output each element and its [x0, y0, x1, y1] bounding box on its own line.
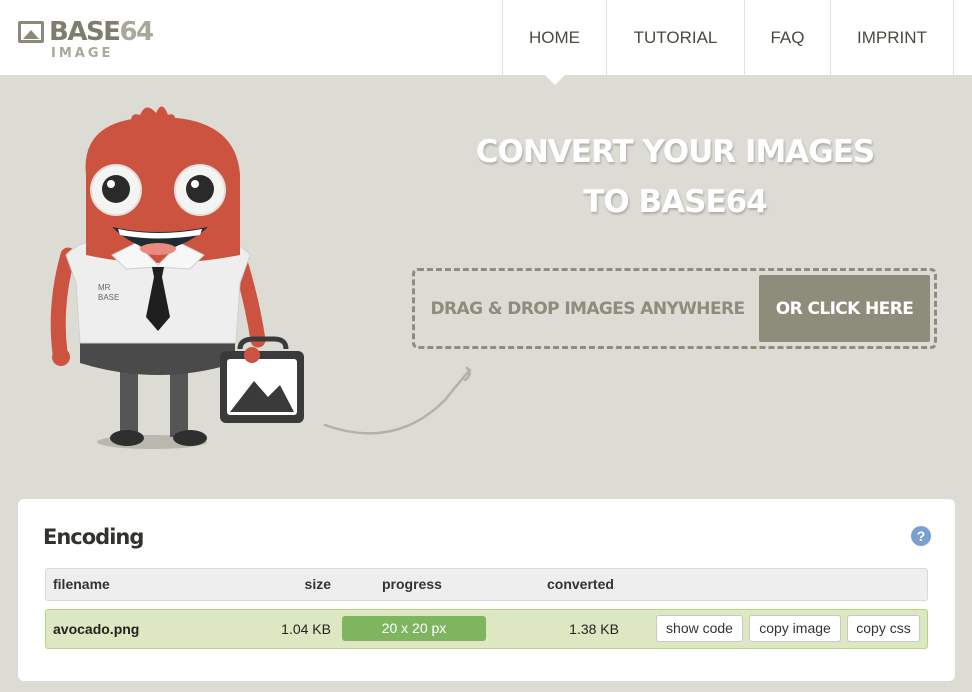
- nav-imprint[interactable]: IMPRINT: [831, 0, 954, 75]
- nav-home[interactable]: HOME: [503, 0, 607, 85]
- logo[interactable]: BASE64 IMAGE: [18, 17, 154, 63]
- table-row: avocado.png 1.04 KB 20 x 20 px 1.38 KB s…: [45, 609, 928, 649]
- upload-button[interactable]: OR CLICK HERE: [759, 275, 930, 342]
- copy-image-button[interactable]: copy image: [749, 615, 841, 642]
- mascot-shirt-text-2: BASE: [98, 293, 119, 302]
- main-nav: HOME TUTORIAL FAQ IMPRINT: [502, 0, 954, 85]
- image-icon: [18, 21, 44, 43]
- column-converted: converted: [547, 576, 614, 592]
- hero-title-line2: TO BASE64: [583, 184, 768, 220]
- column-progress: progress: [382, 576, 442, 592]
- progress-bar: 20 x 20 px: [342, 616, 486, 641]
- hero-title-line1: CONVERT YOUR IMAGES: [475, 134, 876, 170]
- help-icon[interactable]: ?: [911, 526, 931, 546]
- drop-zone[interactable]: DRAG & DROP IMAGES ANYWHERE OR CLICK HER…: [412, 268, 937, 349]
- row-converted: 1.38 KB: [569, 621, 619, 637]
- nav-faq[interactable]: FAQ: [745, 0, 831, 75]
- hero-title: CONVERT YOUR IMAGES TO BASE64: [440, 127, 910, 227]
- site-header: BASE64 IMAGE HOME TUTORIAL FAQ IMPRINT: [0, 0, 972, 85]
- mascot-shirt-text-1: MR: [98, 283, 111, 292]
- copy-css-button[interactable]: copy css: [847, 615, 920, 642]
- panel-title: Encoding: [43, 525, 144, 549]
- row-filename: avocado.png: [53, 621, 140, 637]
- nav-tutorial[interactable]: TUTORIAL: [607, 0, 745, 75]
- row-size: 1.04 KB: [281, 621, 331, 637]
- arrow-doodle: [323, 366, 472, 435]
- table-header: filename size progress converted: [45, 568, 928, 601]
- logo-subtitle: IMAGE: [51, 46, 114, 61]
- drop-zone-label: DRAG & DROP IMAGES ANYWHERE: [430, 298, 746, 319]
- mascot-illustration: MR BASE: [50, 106, 304, 449]
- logo-title: BASE64: [49, 17, 154, 47]
- column-filename: filename: [53, 576, 110, 592]
- show-code-button[interactable]: show code: [656, 615, 743, 642]
- column-size: size: [304, 576, 331, 592]
- encoding-panel: Encoding ? filename size progress conver…: [18, 499, 955, 681]
